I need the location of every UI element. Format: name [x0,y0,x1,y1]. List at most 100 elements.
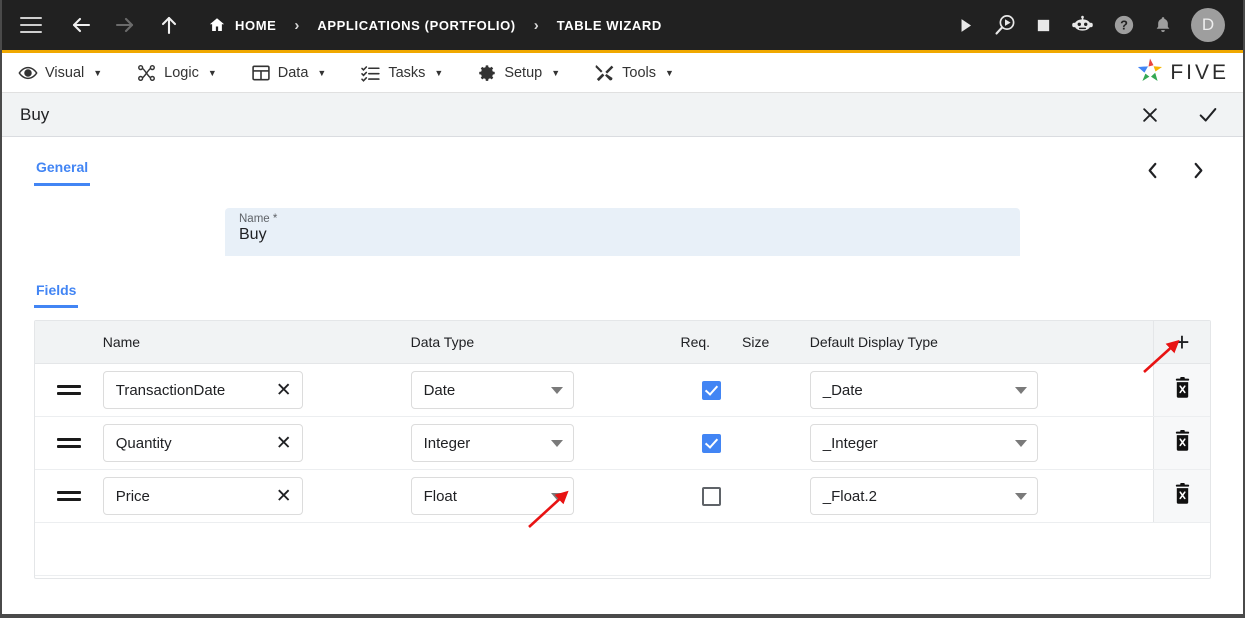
menu-logic[interactable]: Logic ▼ [136,63,217,83]
confirm-check-icon[interactable] [1195,102,1221,128]
default-display-type-select[interactable]: _Date [809,371,1038,409]
row-name-cell: Quantity ✕ [102,416,411,470]
row-drag-cell [35,469,103,523]
row-required-cell [680,363,743,417]
run-icon[interactable] [956,16,975,35]
name-input[interactable]: Name * Buy [225,208,1020,256]
hamburger-menu-icon[interactable] [20,17,42,33]
gear-icon [477,63,497,83]
row-required-cell [680,469,743,523]
field-name-value: TransactionDate [115,381,226,399]
column-header-name: Name [102,321,411,364]
chevron-down-icon [1014,439,1027,447]
table-empty-area [35,522,1210,576]
delete-row-icon[interactable] [1173,430,1192,451]
record-navigation [1139,153,1211,183]
chevron-down-icon: ▼ [551,67,561,78]
row-data-type-cell: Integer [410,416,681,470]
column-header-add: + [1153,321,1210,364]
breadcrumb-item-table-wizard[interactable]: TABLE WIZARD [557,18,662,33]
row-default-display-type-cell: _Float.2 [809,469,1154,523]
record-header-actions [1137,102,1221,128]
field-name-input[interactable]: Price ✕ [102,477,303,515]
default-display-type-select[interactable]: _Integer [809,424,1038,462]
data-type-select[interactable]: Date [410,371,574,409]
row-drag-cell [35,363,103,417]
breadcrumb-separator: › [294,16,300,34]
chevron-down-icon [1014,386,1027,394]
required-checkbox[interactable] [701,433,721,453]
drag-handle-icon[interactable] [57,438,81,448]
five-wordmark: FIVE [1170,60,1229,84]
clear-icon[interactable]: ✕ [276,487,292,506]
field-name-input[interactable]: TransactionDate ✕ [102,371,303,409]
fields-table-container: Name Data Type Req. Size Default Display… [34,320,1211,579]
tab-general[interactable]: General [34,153,91,186]
menu-setup[interactable]: Setup ▼ [477,63,560,83]
required-checkbox[interactable] [701,486,721,506]
delete-row-icon[interactable] [1173,377,1192,398]
previous-record-icon[interactable] [1139,157,1165,183]
fields-tab-row: Fields [34,280,1211,308]
clear-icon[interactable]: ✕ [276,381,292,400]
forward-arrow-icon[interactable] [110,10,140,40]
menu-visual[interactable]: Visual ▼ [18,63,102,83]
default-display-type-select[interactable]: _Float.2 [809,477,1038,515]
table-row: Quantity ✕ Integer _Integer [35,416,1210,470]
tools-icon [594,63,615,83]
close-icon[interactable] [1137,102,1163,128]
clear-icon[interactable]: ✕ [276,434,292,453]
debug-icon[interactable] [993,13,1017,37]
data-type-select[interactable]: Float [410,477,574,515]
table-empty-row [35,522,1210,576]
tab-fields[interactable]: Fields [34,280,79,308]
menu-tools[interactable]: Tools ▼ [594,63,674,83]
breadcrumb-separator: › [533,16,539,34]
row-required-cell [680,416,743,470]
drag-handle-icon[interactable] [57,385,81,395]
chevron-down-icon: ▼ [434,67,444,78]
default-display-type-value: _Float.2 [822,487,877,505]
logic-nodes-icon [136,63,157,83]
required-checkbox[interactable] [701,380,721,400]
menu-data[interactable]: Data ▼ [251,63,326,83]
table-grid-icon [251,63,271,83]
five-brand-logo[interactable]: FIVE [1136,57,1229,88]
top-bar-actions: ? D [956,8,1229,42]
menu-tasks[interactable]: Tasks ▼ [360,63,443,83]
home-icon[interactable] [208,16,226,34]
avatar[interactable]: D [1191,8,1225,42]
back-arrow-icon[interactable] [66,10,96,40]
notifications-bell-icon[interactable] [1153,15,1173,35]
row-size-cell [742,416,810,470]
chevron-down-icon [550,439,563,447]
up-arrow-icon[interactable] [154,10,184,40]
data-type-select[interactable]: Integer [410,424,574,462]
row-drag-cell [35,416,103,470]
stop-icon[interactable] [1035,17,1052,34]
field-name-value: Quantity [115,434,172,452]
table-row: TransactionDate ✕ Date _Date [35,363,1210,417]
help-icon[interactable]: ? [1113,14,1135,36]
record-header-bar: Buy [2,93,1243,137]
breadcrumb-item-applications[interactable]: APPLICATIONS (PORTFOLIO) [317,18,515,33]
row-size-cell [742,363,810,417]
breadcrumb-item-home[interactable]: HOME [235,18,276,33]
bot-icon[interactable] [1070,15,1095,35]
row-data-type-cell: Float [410,469,681,523]
table-row: Price ✕ Float _Float.2 [35,469,1210,523]
field-name-input[interactable]: Quantity ✕ [102,424,303,462]
five-star-icon [1136,57,1164,88]
menu-visual-label: Visual [45,64,85,81]
menu-tools-label: Tools [622,64,656,81]
app-window: HOME › APPLICATIONS (PORTFOLIO) › TABLE … [0,0,1245,618]
chevron-down-icon: ▼ [665,67,674,78]
fields-table: Name Data Type Req. Size Default Display… [35,321,1210,576]
column-header-drag [35,321,103,364]
drag-handle-icon[interactable] [57,491,81,501]
add-field-button[interactable]: + [1154,321,1210,363]
top-navigation-bar: HOME › APPLICATIONS (PORTFOLIO) › TABLE … [2,0,1243,50]
delete-row-icon[interactable] [1173,483,1192,504]
row-default-display-type-cell: _Integer [809,416,1154,470]
next-record-icon[interactable] [1185,157,1211,183]
